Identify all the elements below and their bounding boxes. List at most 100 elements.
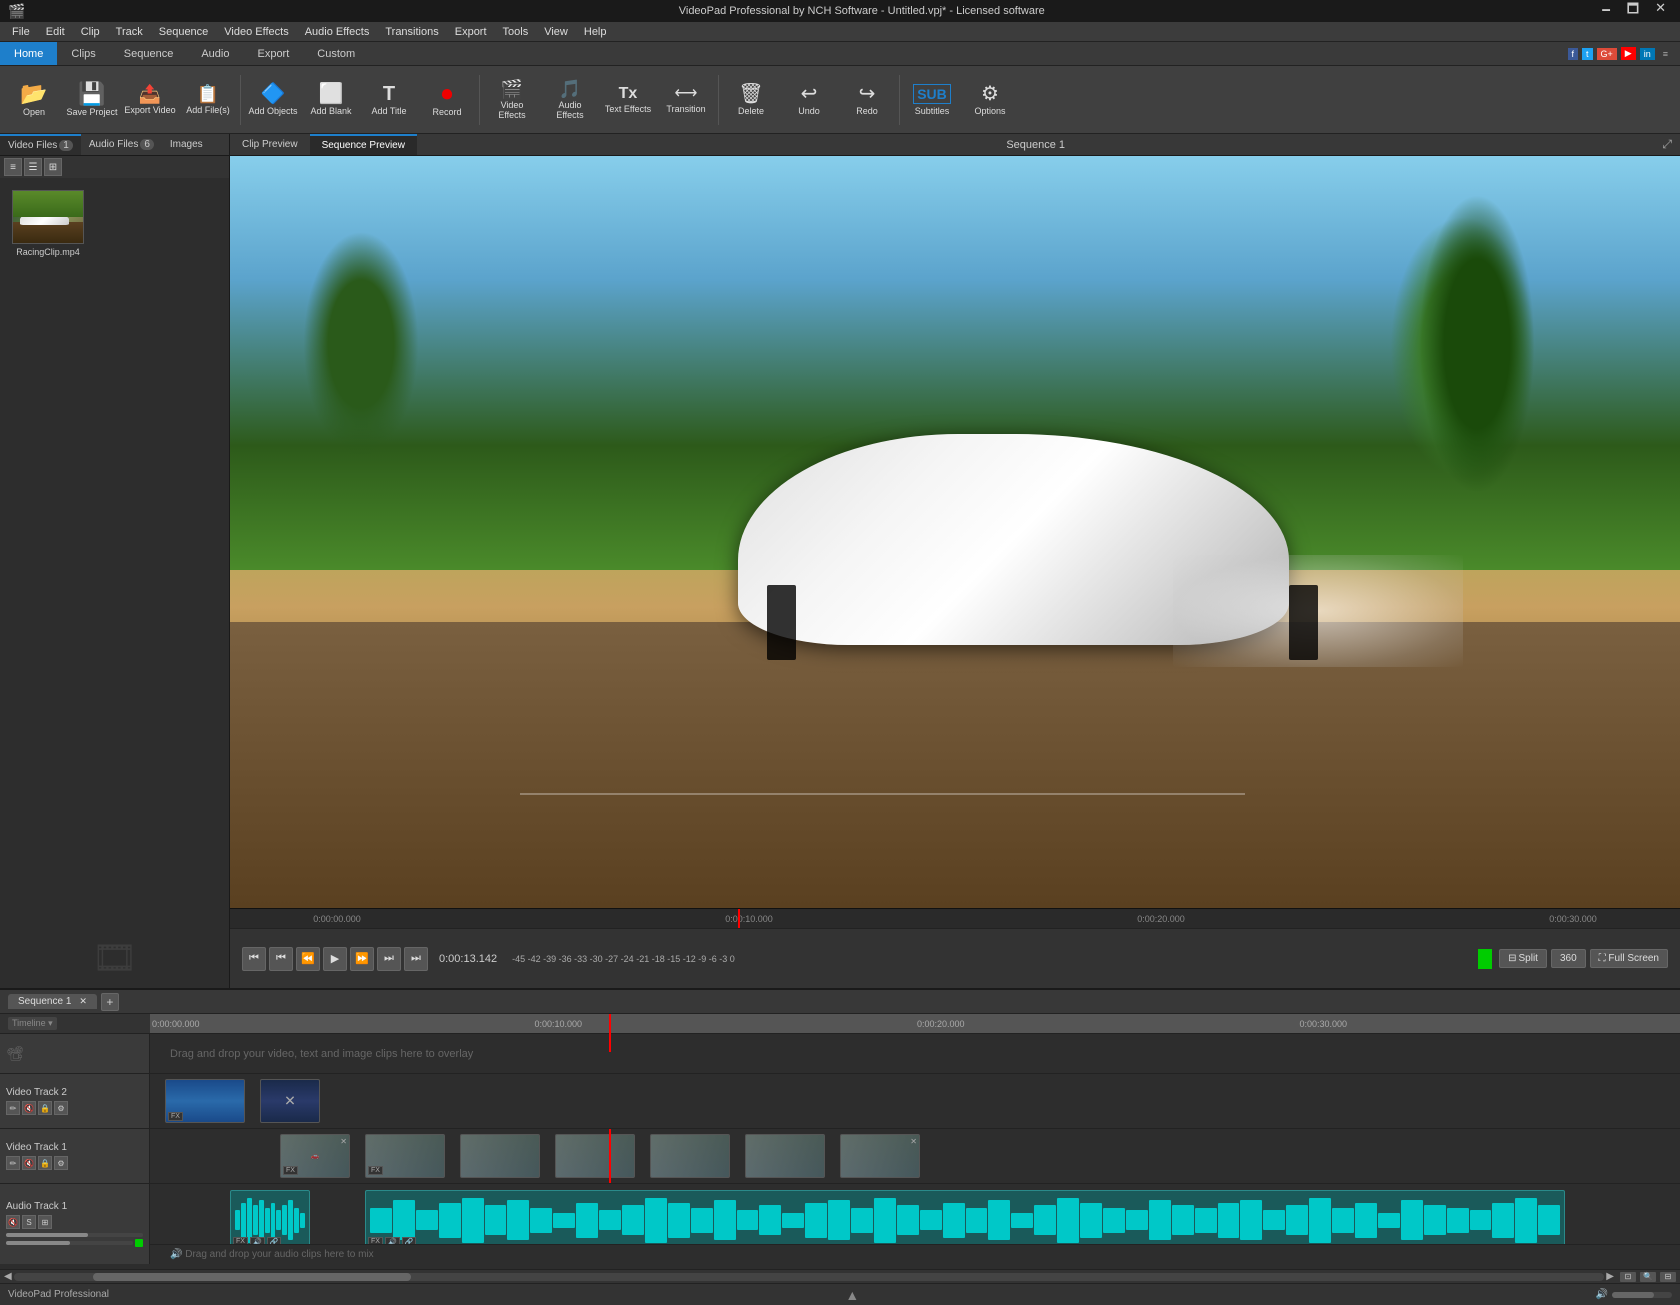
play-button[interactable]: ▶ [323, 947, 347, 971]
menu-transitions[interactable]: Transitions [377, 24, 446, 40]
menu-audio-effects[interactable]: Audio Effects [297, 24, 378, 40]
transition-button[interactable]: ⟷ Transition [658, 71, 714, 129]
fx-badge-vt1-2: FX [368, 1163, 383, 1175]
video-clip-vt1-4[interactable] [555, 1134, 635, 1178]
video-effects-button[interactable]: 🎬 Video Effects [484, 71, 540, 129]
video-clip-vt1-7[interactable]: ✕ [840, 1134, 920, 1178]
audio-effects-button[interactable]: 🎵 Audio Effects [542, 71, 598, 129]
panel-list-view-btn[interactable]: ≡ [4, 158, 22, 176]
menu-export[interactable]: Export [447, 24, 495, 40]
save-project-button[interactable]: 💾 Save Project [64, 71, 120, 129]
add-objects-button[interactable]: 🔷 Add Objects [245, 71, 301, 129]
delete-button[interactable]: 🗑 Delete [723, 71, 779, 129]
open-button[interactable]: 📂 Open [6, 71, 62, 129]
scroll-right-btn[interactable]: ▶ [1606, 1271, 1614, 1282]
panel-tab-images[interactable]: Images [162, 134, 211, 155]
tab-export[interactable]: Export [243, 42, 303, 65]
menu-sequence[interactable]: Sequence [151, 24, 217, 40]
master-volume-slider[interactable] [1612, 1292, 1672, 1298]
redo-button[interactable]: ↪ Redo [839, 71, 895, 129]
close-button[interactable]: ✕ [1649, 0, 1672, 22]
zoom-out-btn[interactable]: ⊟ [1660, 1272, 1676, 1282]
vt1-settings-btn[interactable]: ⚙ [54, 1156, 68, 1170]
audio-clip-2[interactable]: FX 🔊 🔗 [365, 1190, 1565, 1250]
add-title-button[interactable]: T Add Title [361, 71, 417, 129]
wb [576, 1203, 598, 1238]
audio-clip-1[interactable]: FX 🔊 🔗 [230, 1190, 310, 1250]
video-clip-vt1-5[interactable] [650, 1134, 730, 1178]
vt1-edit-btn[interactable]: ✏ [6, 1156, 20, 1170]
record-button[interactable]: ⏺ Record [419, 71, 475, 129]
zoom-in-btn[interactable]: 🔍 [1640, 1272, 1656, 1282]
subtitles-button[interactable]: SUB Subtitles [904, 71, 960, 129]
panel-tab-video-files[interactable]: Video Files 1 [0, 134, 81, 155]
sequence-close-icon[interactable]: ✕ [79, 996, 87, 1007]
clip-preview-tab[interactable]: Clip Preview [230, 134, 310, 155]
tab-sequence[interactable]: Sequence [110, 42, 188, 65]
go-to-end-button[interactable]: ⏭ [404, 947, 428, 971]
pan-slider[interactable] [6, 1241, 133, 1245]
tab-clips[interactable]: Clips [57, 42, 109, 65]
video-clip-vt2-1[interactable]: FX [165, 1079, 245, 1123]
wb [691, 1208, 713, 1233]
expand-preview-button[interactable]: ⤢ [1654, 135, 1680, 154]
fullscreen-button[interactable]: ⛶ Full Screen [1590, 949, 1668, 968]
tab-home[interactable]: Home [0, 42, 57, 65]
add-blank-button[interactable]: ⬜ Add Blank [303, 71, 359, 129]
vt2-settings-btn[interactable]: ⚙ [54, 1101, 68, 1115]
options-button[interactable]: ⚙ Options [962, 71, 1018, 129]
vt2-lock-btn[interactable]: 🔒 [38, 1101, 52, 1115]
overlay-track-content[interactable]: Drag and drop your video, text and image… [150, 1034, 1680, 1073]
menu-tools[interactable]: Tools [495, 24, 537, 40]
add-files-button[interactable]: 📋 Add File(s) [180, 71, 236, 129]
video-clip-vt1-3[interactable] [460, 1134, 540, 1178]
at1-mute-btn[interactable]: 🔇 [6, 1215, 20, 1229]
media-item-racing-clip[interactable]: RacingClip.mp4 [8, 186, 88, 261]
menu-view[interactable]: View [536, 24, 576, 40]
volume-slider[interactable] [6, 1233, 143, 1237]
menu-clip[interactable]: Clip [73, 24, 108, 40]
zoom-fit-btn[interactable]: ⊡ [1620, 1272, 1636, 1282]
scroll-thumb[interactable] [93, 1273, 411, 1281]
menu-help[interactable]: Help [576, 24, 615, 40]
vt1-mute-btn[interactable]: 🔇 [22, 1156, 36, 1170]
prev-frame-button[interactable]: ⏮ [269, 947, 293, 971]
tab-audio[interactable]: Audio [187, 42, 243, 65]
next-frame-button[interactable]: ⏭ [377, 947, 401, 971]
menu-file[interactable]: File [4, 24, 38, 40]
video-clip-vt1-6[interactable] [745, 1134, 825, 1178]
wb [1240, 1200, 1262, 1240]
scroll-left-btn[interactable]: ◀ [4, 1271, 12, 1282]
timeline-dropdown[interactable]: Timeline ▾ [8, 1017, 57, 1030]
scroll-track[interactable] [14, 1273, 1605, 1281]
fast-forward-button[interactable]: ⏩ [350, 947, 374, 971]
add-sequence-button[interactable]: + [101, 993, 119, 1011]
undo-button[interactable]: ↩ Undo [781, 71, 837, 129]
maximize-button[interactable]: 🗖 [1621, 0, 1645, 22]
menu-edit[interactable]: Edit [38, 24, 73, 40]
menu-track[interactable]: Track [108, 24, 151, 40]
vt2-mute-btn[interactable]: 🔇 [22, 1101, 36, 1115]
menu-video-effects[interactable]: Video Effects [216, 24, 296, 40]
ruler-mark-1 [440, 914, 646, 924]
vt1-lock-btn[interactable]: 🔒 [38, 1156, 52, 1170]
sequence-preview-tab[interactable]: Sequence Preview [310, 134, 417, 155]
split-button[interactable]: ⊟ Split [1499, 949, 1547, 968]
panel-tab-audio-files[interactable]: Audio Files 6 [81, 134, 162, 155]
minimize-button[interactable]: 🗕 [1596, 0, 1617, 22]
sequence-tab[interactable]: Sequence 1 ✕ [8, 994, 97, 1009]
export-video-button[interactable]: 📤 Export Video [122, 71, 178, 129]
at1-settings-btn[interactable]: ⊞ [38, 1215, 52, 1229]
360-button[interactable]: 360 [1551, 949, 1586, 968]
tab-custom[interactable]: Custom [303, 42, 369, 65]
text-effects-button[interactable]: Tx Text Effects [600, 71, 656, 129]
panel-grid-view-btn[interactable]: ⊞ [44, 158, 62, 176]
rewind-button[interactable]: ⏪ [296, 947, 320, 971]
video-clip-vt1-2[interactable]: FX [365, 1134, 445, 1178]
go-to-start-button[interactable]: ⏮ [242, 947, 266, 971]
at1-solo-btn[interactable]: S [22, 1215, 36, 1229]
video-clip-vt1-1[interactable]: 🚗 FX ✕ [280, 1134, 350, 1178]
video-clip-vt2-2[interactable]: ✕ [260, 1079, 320, 1123]
vt2-edit-btn[interactable]: ✏ [6, 1101, 20, 1115]
panel-detail-view-btn[interactable]: ☰ [24, 158, 42, 176]
